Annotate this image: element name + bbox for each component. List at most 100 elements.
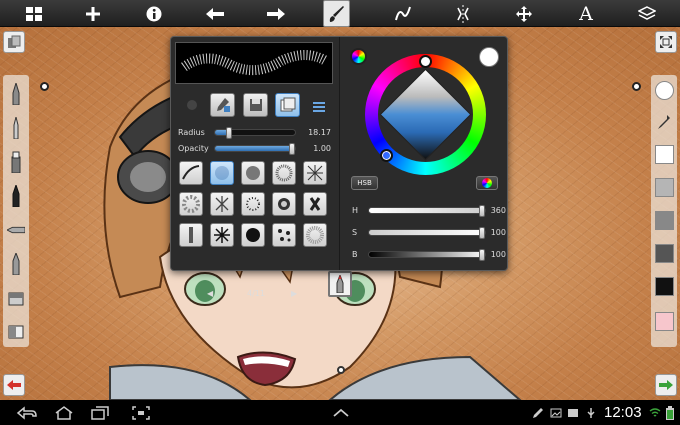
brush-stroke-6[interactable] — [179, 192, 203, 216]
copy-paste-button[interactable] — [3, 31, 25, 53]
color-palette-button[interactable] — [476, 176, 498, 190]
saturation-label: S — [352, 228, 358, 237]
symmetry-icon[interactable] — [446, 0, 480, 27]
active-brush-indicator[interactable] — [328, 271, 352, 297]
move-icon[interactable] — [507, 0, 541, 27]
color-wheel-mode-icon[interactable] — [350, 48, 367, 65]
brush-library-icon — [280, 97, 295, 112]
color-swatch-rail — [651, 75, 677, 347]
recent-apps-icon[interactable] — [89, 403, 111, 422]
stroke-icon[interactable] — [386, 0, 420, 27]
screenshot-icon[interactable] — [130, 403, 152, 422]
undo-icon[interactable] — [198, 0, 232, 27]
wifi-icon — [648, 403, 662, 422]
swatch-4[interactable] — [655, 244, 674, 263]
swatch-3[interactable] — [655, 211, 674, 230]
fullscreen-button[interactable] — [655, 31, 677, 53]
swatch-6[interactable] — [655, 312, 674, 331]
swatch-1[interactable] — [655, 145, 674, 164]
brush-stroke-1[interactable] — [179, 161, 203, 185]
usb-status-icon — [584, 403, 598, 422]
rail-handle-right[interactable] — [632, 82, 641, 91]
brush-reset-button[interactable] — [210, 93, 235, 117]
brush-stroke-7[interactable] — [210, 192, 234, 216]
stroke-preview — [175, 42, 333, 84]
brightness-label: B — [352, 250, 358, 259]
pencil-tool-icon[interactable] — [7, 81, 25, 107]
eyedropper-icon[interactable] — [655, 109, 673, 135]
paintbrush-tool-icon[interactable] — [7, 251, 25, 277]
battery-icon — [663, 403, 677, 422]
brush-properties-panel: Radius 18.17 Opacity 1.00 ◀ 4/11 ▶ HSB H… — [170, 36, 508, 298]
brush-stroke-9[interactable] — [272, 192, 296, 216]
hue-handle[interactable] — [419, 55, 432, 68]
saturation-value: 100 — [490, 228, 506, 237]
redo-bottom-button[interactable] — [655, 374, 677, 396]
hue-value: 360 — [490, 206, 506, 215]
ballpoint-tool-icon[interactable] — [7, 115, 25, 141]
brightness-value: 100 — [490, 250, 506, 259]
add-icon[interactable] — [76, 0, 110, 27]
chevron-up-icon[interactable] — [330, 403, 352, 422]
fullscreen-icon — [660, 36, 672, 48]
brush-stroke-4[interactable] — [272, 161, 296, 185]
layers-icon[interactable] — [630, 0, 664, 27]
brush-stroke-12[interactable] — [210, 223, 234, 247]
home-icon[interactable] — [52, 403, 76, 422]
hue-slider[interactable] — [368, 205, 486, 217]
brightness-slider[interactable] — [368, 249, 486, 261]
text-tool-glyph: A — [579, 2, 593, 25]
eraser-tool-icon[interactable] — [7, 319, 25, 345]
hsb-mode-button[interactable]: HSB — [351, 176, 378, 190]
back-icon[interactable] — [14, 403, 40, 422]
radius-slider[interactable] — [214, 127, 296, 139]
redo-icon[interactable] — [259, 0, 293, 27]
system-navigation-bar: 12:03 — [0, 400, 680, 425]
swatch-5[interactable] — [655, 277, 674, 296]
brush-library-button[interactable] — [275, 93, 300, 117]
previous-page-icon[interactable]: ◀ — [207, 289, 213, 298]
image-status-icon — [566, 403, 580, 422]
current-color-preview — [479, 47, 499, 67]
brush-stroke-8[interactable] — [241, 192, 265, 216]
opacity-value: 1.00 — [313, 144, 331, 153]
hue-label: H — [352, 206, 359, 215]
brush-stroke-5[interactable] — [303, 161, 327, 185]
marker-tool-icon[interactable] — [7, 149, 25, 175]
brush-stroke-14[interactable] — [272, 223, 296, 247]
next-page-icon[interactable]: ▶ — [291, 289, 297, 298]
info-icon[interactable] — [137, 0, 171, 27]
brush-save-button[interactable] — [243, 93, 268, 117]
redo-arrow-icon — [659, 380, 673, 390]
palette-icon — [482, 178, 492, 188]
brush-stroke-15[interactable] — [303, 223, 327, 247]
brush-settings-section: Radius 18.17 Opacity 1.00 ◀ 4/11 ▶ — [171, 37, 339, 298]
brush-tool-rail — [3, 75, 29, 347]
pen-tool-icon[interactable] — [7, 183, 25, 209]
pencil-reset-icon — [216, 98, 230, 112]
brush-stroke-10[interactable] — [303, 192, 327, 216]
current-color-swatch[interactable] — [655, 81, 674, 100]
rail-handle-left[interactable] — [40, 82, 49, 91]
brush-dot-icon — [187, 100, 197, 110]
opacity-slider[interactable] — [214, 143, 296, 155]
airbrush-tool-icon[interactable] — [7, 217, 25, 243]
color-picker-handle[interactable] — [380, 149, 393, 162]
menu-grid-icon[interactable] — [17, 0, 51, 27]
swatch-2[interactable] — [655, 178, 674, 197]
brush-stroke-2[interactable] — [210, 161, 234, 185]
canvas-cursor-marker — [337, 366, 345, 374]
undo-bottom-button[interactable] — [3, 374, 25, 396]
undo-arrow-icon — [7, 380, 21, 390]
brush-stroke-13[interactable] — [241, 223, 265, 247]
brush-stroke-11[interactable] — [179, 223, 203, 247]
list-menu-icon[interactable] — [313, 98, 325, 112]
pen-status-icon — [531, 403, 545, 422]
text-icon[interactable]: A — [569, 0, 603, 27]
smudge-tool-icon[interactable] — [7, 285, 25, 311]
brush-icon[interactable] — [323, 0, 350, 27]
opacity-label: Opacity — [178, 144, 209, 153]
saturation-slider[interactable] — [368, 227, 486, 239]
brush-stroke-3[interactable] — [241, 161, 265, 185]
copy-icon — [8, 35, 21, 48]
